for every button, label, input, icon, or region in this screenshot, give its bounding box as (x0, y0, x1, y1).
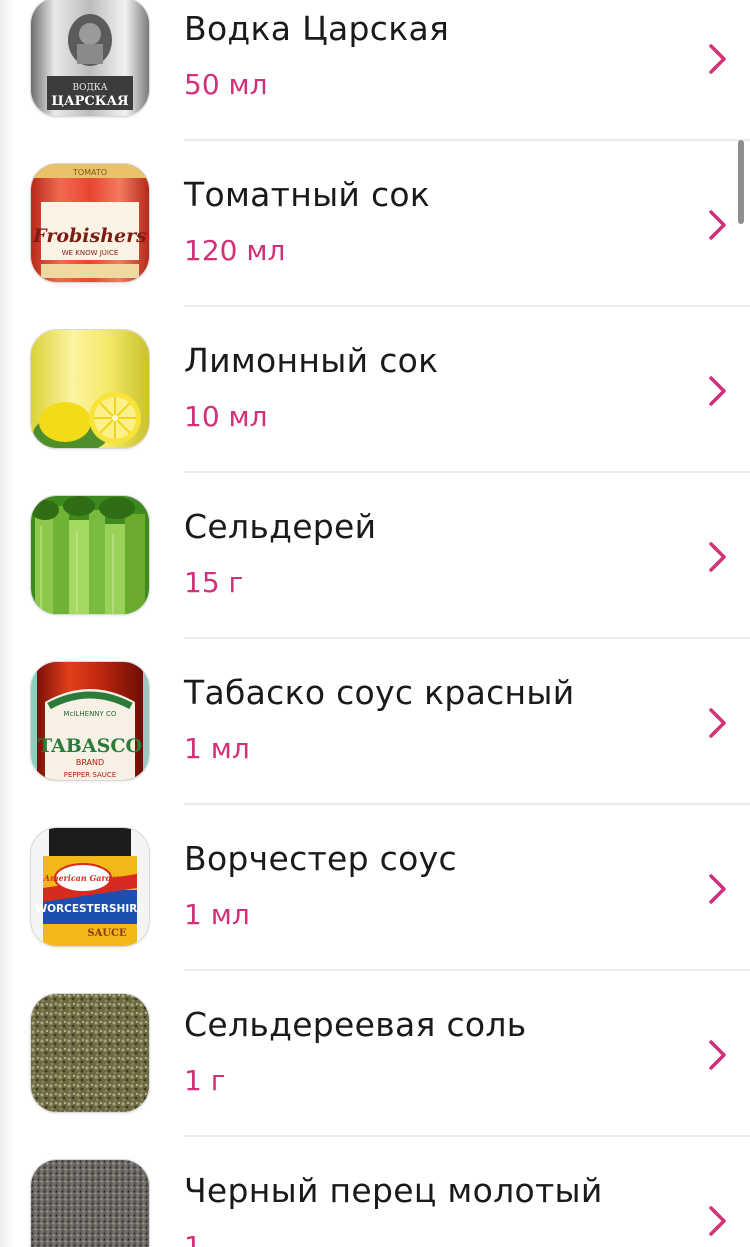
lemon-juice-image (31, 330, 149, 448)
vodka-label-brand: ЦАРСКАЯ (51, 94, 128, 109)
ingredient-name: Томатный сок (184, 175, 431, 214)
ingredient-row-tomato-juice[interactable]: TOMATO Frobishers WE KNOW JUICE Томатный… (0, 141, 750, 307)
ingredient-amount: 1 г (184, 1064, 226, 1097)
ingredients-list[interactable]: ВОДКА ЦАРСКАЯ Водка Царская 50 мл TOMATO… (0, 0, 750, 1247)
ingredient-amount: 1 (184, 1230, 202, 1247)
tomato-label-tagline: WE KNOW JUICE (62, 249, 119, 257)
chevron-right-icon[interactable] (702, 208, 732, 242)
vodka-label-top: ВОДКА (72, 83, 107, 93)
chevron-right-icon[interactable] (702, 1204, 732, 1238)
celery-salt-image (31, 994, 149, 1112)
ingredient-amount: 1 мл (184, 898, 250, 931)
ingredient-amount: 1 мл (184, 732, 250, 765)
ingredient-amount: 120 мл (184, 234, 286, 267)
tabasco-label-bottom: PEPPER SAUCE (64, 771, 116, 779)
ingredient-row-vodka[interactable]: ВОДКА ЦАРСКАЯ Водка Царская 50 мл (0, 0, 750, 141)
vodka-bottle-image: ВОДКА ЦАРСКАЯ (31, 0, 149, 116)
ingredient-name: Сельдерей (184, 507, 377, 546)
ingredient-name: Табаско соус красный (184, 673, 575, 712)
chevron-right-icon[interactable] (702, 374, 732, 408)
ingredient-name: Сельдереевая соль (184, 1005, 527, 1044)
tabasco-label-maker: McILHENNY CO (64, 710, 117, 718)
chevron-right-icon[interactable] (702, 540, 732, 574)
tomato-label-brand: Frobishers (32, 225, 147, 247)
tabasco-bottle-image: McILHENNY CO TABASCO BRAND PEPPER SAUCE (31, 662, 149, 780)
ingredient-amount: 15 г (184, 566, 244, 599)
ingredient-row-black-pepper[interactable]: Черный перец молотый 1 (0, 1137, 750, 1247)
ingredients-screen: ВОДКА ЦАРСКАЯ Водка Царская 50 мл TOMATO… (0, 0, 750, 1247)
tomato-juice-bottle-image: TOMATO Frobishers WE KNOW JUICE (31, 164, 149, 282)
chevron-right-icon[interactable] (702, 872, 732, 906)
ingredient-amount: 50 мл (184, 68, 268, 101)
ingredient-row-lemon-juice[interactable]: Лимонный сок 10 мл (0, 307, 750, 473)
ingredient-amount: 10 мл (184, 400, 268, 433)
tabasco-label-brand: TABASCO (38, 735, 142, 757)
chevron-right-icon[interactable] (702, 1038, 732, 1072)
chevron-right-icon[interactable] (702, 706, 732, 740)
ingredient-row-tabasco[interactable]: McILHENNY CO TABASCO BRAND PEPPER SAUCE … (0, 639, 750, 805)
ingredient-name: Водка Царская (184, 9, 450, 48)
worcestershire-bottle-image: American Garden WORCESTERSHIRE SAUCE (31, 828, 149, 946)
black-pepper-image (31, 1160, 149, 1247)
ingredient-row-celery-salt[interactable]: Сельдереевая соль 1 г (0, 971, 750, 1137)
ingredient-name: Лимонный сок (184, 341, 439, 380)
worcester-label-brand: WORCESTERSHIRE (36, 903, 145, 915)
tomato-label-top: TOMATO (72, 168, 107, 177)
ingredient-row-worcestershire[interactable]: American Garden WORCESTERSHIRE SAUCE Вор… (0, 805, 750, 971)
celery-image (31, 496, 149, 614)
ingredient-name: Черный перец молотый (184, 1171, 603, 1210)
chevron-right-icon[interactable] (702, 42, 732, 76)
worcester-label-maker: American Garden (43, 873, 123, 883)
worcester-label-sub: SAUCE (87, 928, 127, 939)
ingredient-row-celery[interactable]: Сельдерей 15 г (0, 473, 750, 639)
tabasco-label-sub: BRAND (76, 758, 104, 767)
ingredient-name: Ворчестер соус (184, 839, 457, 878)
scrollbar[interactable] (738, 140, 744, 224)
